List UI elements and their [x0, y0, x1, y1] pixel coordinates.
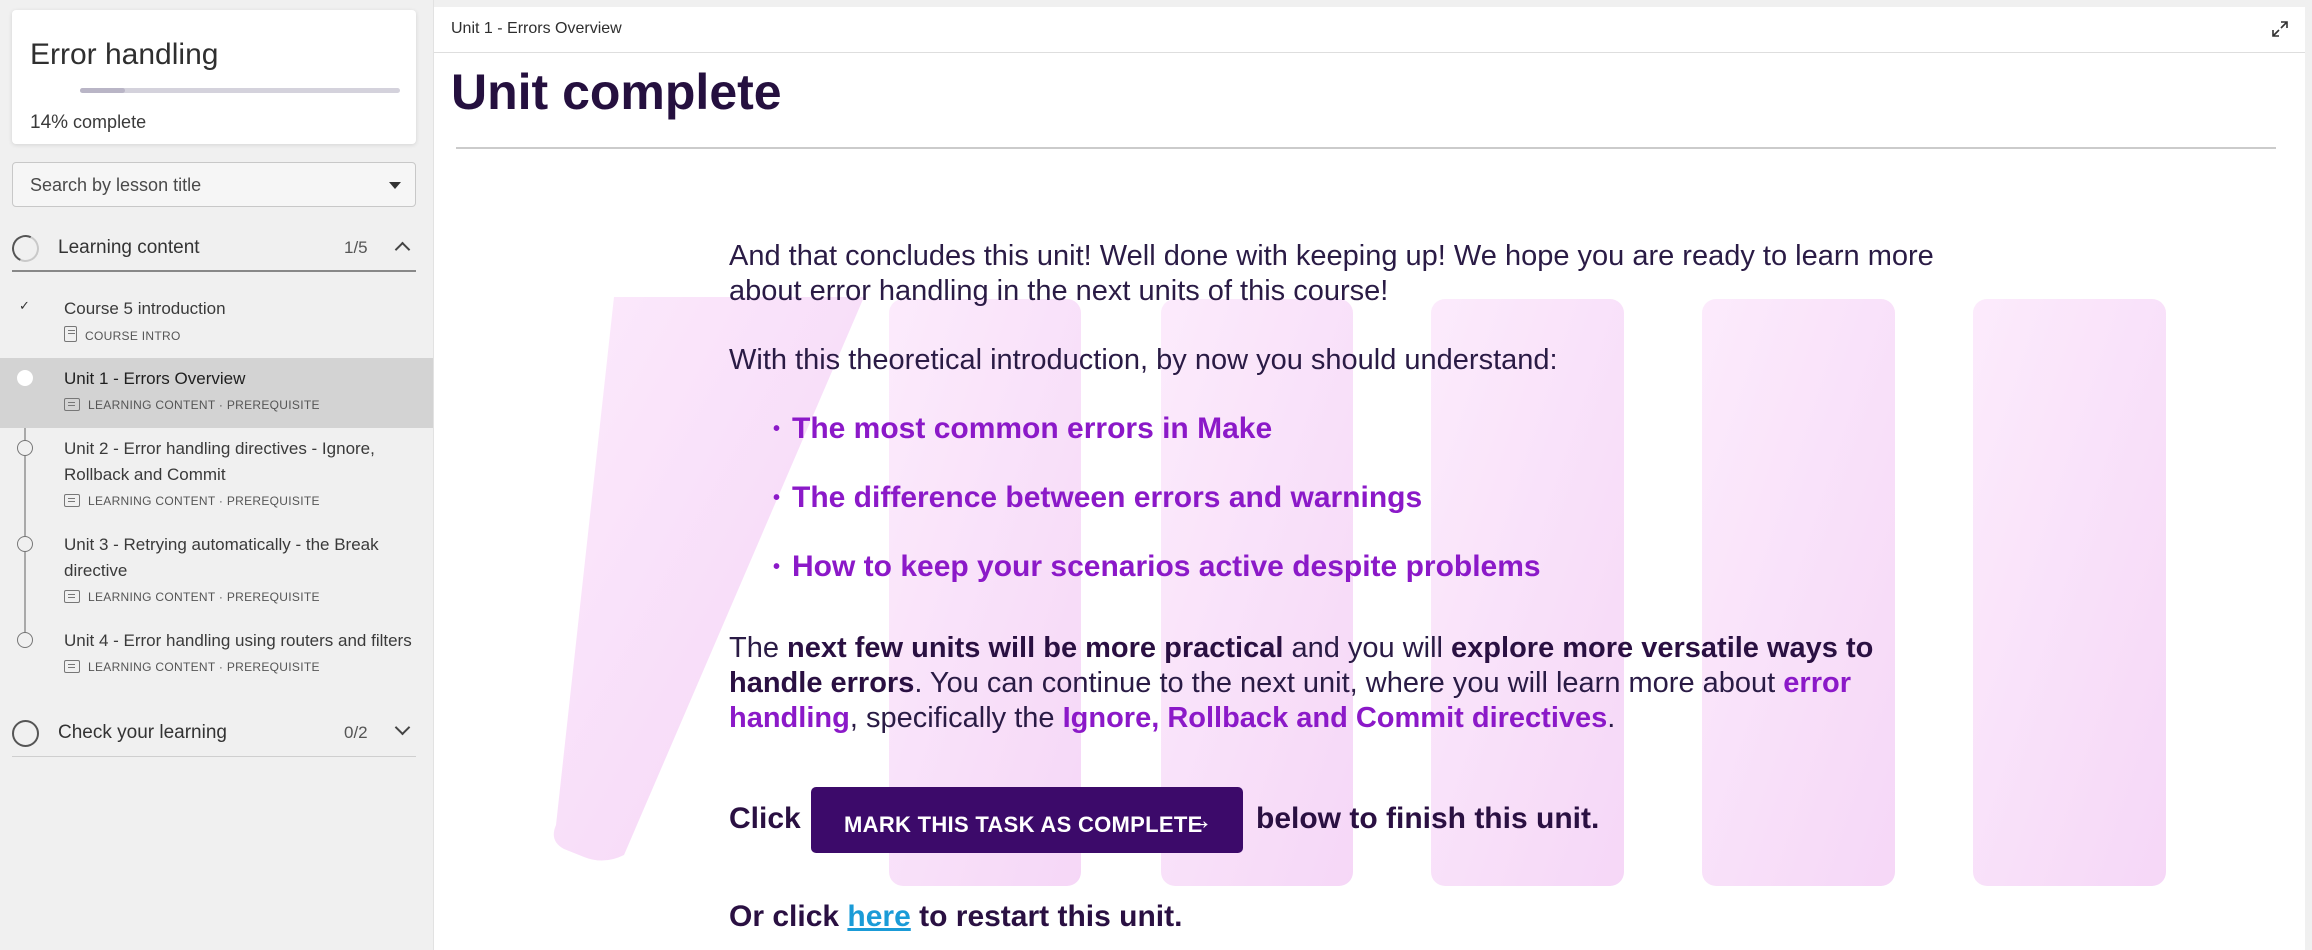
- lesson-title: Unit 3 - Retrying automatically - the Br…: [64, 535, 379, 580]
- lesson-title: Unit 2 - Error handling directives - Ign…: [64, 439, 375, 484]
- arrow-right-icon: →: [1186, 805, 1213, 835]
- restart-row: Or click here to restart this unit.: [729, 900, 1183, 933]
- lesson-meta: LEARNING CONTENT · PREREQUISITE: [64, 590, 320, 604]
- lesson-search-select[interactable]: Search by lesson title: [12, 162, 416, 207]
- intro-paragraph: And that concludes this unit! Well done …: [729, 240, 1934, 307]
- section-title: Learning content: [58, 237, 200, 258]
- learning-content-icon: [64, 590, 80, 603]
- course-sidebar: Error handling 14% complete Search by le…: [0, 0, 434, 950]
- restart-unit-link[interactable]: here: [847, 900, 910, 933]
- outcome-item: • The most common errors in Make: [773, 412, 1273, 445]
- section-count: 0/2: [344, 723, 368, 742]
- section-learning-content[interactable]: Learning content 1/5: [8, 222, 416, 272]
- lesson-status-dot: [17, 632, 33, 648]
- click-prefix-text: Click: [729, 802, 801, 835]
- lesson-meta: COURSE INTRO: [64, 326, 181, 343]
- lesson-meta: LEARNING CONTENT · PREREQUISITE: [64, 494, 320, 508]
- dropdown-caret-icon: [389, 182, 401, 189]
- learning-content-icon: [64, 398, 80, 411]
- section-check-your-learning[interactable]: Check your learning 0/2: [12, 707, 416, 757]
- lesson-title: Course 5 introduction: [64, 299, 226, 318]
- lesson-item-unit-4[interactable]: Unit 4 - Error handling using routers an…: [0, 620, 433, 690]
- lesson-status-dot: [17, 440, 33, 456]
- outcome-item: • The difference between errors and warni…: [773, 481, 1423, 514]
- progress-bar: [80, 88, 400, 93]
- section-progress-ring-icon: [8, 231, 43, 266]
- art-bar-4: [1702, 299, 1895, 886]
- learning-content-icon: [64, 660, 80, 673]
- lesson-item-unit-3[interactable]: Unit 3 - Retrying automatically - the Br…: [0, 524, 433, 620]
- title-divider: [456, 147, 2276, 149]
- progress-suffix: complete: [73, 112, 147, 132]
- section-count: 1/5: [344, 238, 368, 257]
- art-bar-5: [1973, 299, 2166, 886]
- complete-instruction-row: Click MARK THIS TASK AS COMPLETE → below…: [729, 787, 1729, 853]
- lesson-title: Unit 1 - Errors Overview: [64, 369, 246, 388]
- lesson-meta: LEARNING CONTENT · PREREQUISITE: [64, 660, 320, 674]
- progress-percent: 14%: [30, 112, 69, 133]
- page-title: Unit complete: [451, 64, 782, 120]
- course-title: Error handling: [30, 38, 219, 71]
- next-units-paragraph: The next few units will be more practica…: [729, 632, 1874, 734]
- progress-text: 14% complete: [30, 112, 146, 134]
- lesson-item-unit-2[interactable]: Unit 2 - Error handling directives - Ign…: [0, 428, 433, 524]
- learning-content-icon: [64, 494, 80, 507]
- mark-button-label: MARK THIS TASK AS COMPLETE: [844, 812, 1203, 837]
- expand-icon[interactable]: [2271, 20, 2289, 38]
- lesson-title: Unit 4 - Error handling using routers an…: [64, 631, 412, 650]
- chevron-down-icon[interactable]: [394, 719, 411, 736]
- lesson-status-dot: [17, 370, 33, 386]
- click-suffix-text: below to finish this unit.: [1256, 802, 1600, 835]
- breadcrumb: Unit 1 - Errors Overview: [451, 20, 622, 37]
- check-icon: ✓: [19, 298, 30, 313]
- section-progress-ring-icon: [12, 720, 39, 747]
- lesson-status-dot: [17, 536, 33, 552]
- lesson-meta: LEARNING CONTENT · PREREQUISITE: [64, 398, 320, 412]
- course-intro-doc-icon: [64, 326, 77, 342]
- course-progress-card: Error handling 14% complete: [12, 10, 416, 144]
- lesson-topbar: Unit 1 - Errors Overview: [434, 7, 2305, 53]
- section-title: Check your learning: [58, 722, 227, 743]
- progress-bar-fill: [80, 88, 125, 93]
- lesson-item-course-intro[interactable]: ✓ Course 5 introduction COURSE INTRO: [0, 290, 433, 358]
- outcome-item: • How to keep your scenarios active despi…: [773, 550, 1541, 583]
- theory-paragraph: With this theoretical introduction, by n…: [729, 344, 1558, 376]
- mark-task-complete-button[interactable]: MARK THIS TASK AS COMPLETE →: [811, 787, 1243, 853]
- lesson-item-unit-1[interactable]: Unit 1 - Errors Overview LEARNING CONTEN…: [0, 358, 433, 428]
- search-placeholder: Search by lesson title: [30, 175, 202, 195]
- lesson-main-panel: Unit 1 - Errors Overview Unit complete A…: [434, 7, 2305, 950]
- chevron-up-icon[interactable]: [394, 241, 411, 258]
